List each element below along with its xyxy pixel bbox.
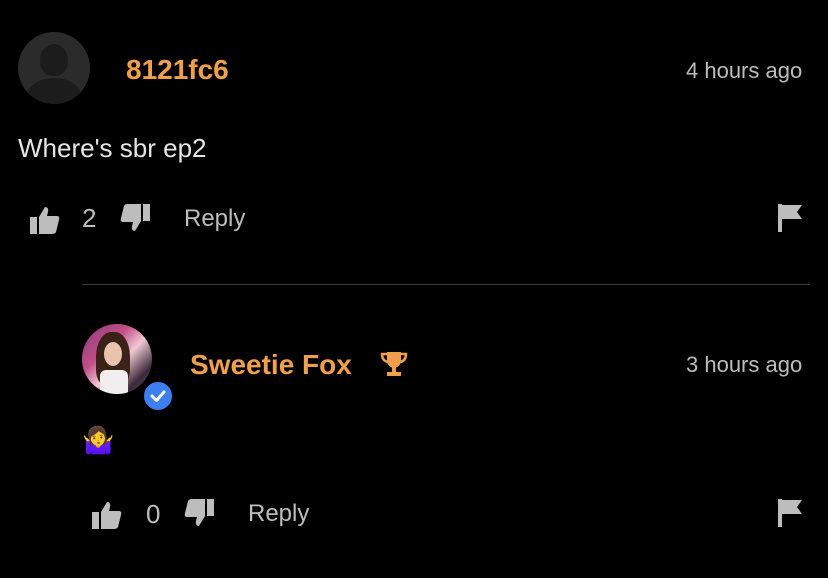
user-avatar-photo[interactable] <box>82 324 152 394</box>
verified-check-icon <box>142 380 174 412</box>
thumbs-up-icon[interactable] <box>30 205 60 235</box>
thumbs-down-icon[interactable] <box>120 203 150 233</box>
trophy-icon <box>380 350 408 378</box>
avatar-silhouette-body <box>26 78 82 104</box>
comment-username[interactable]: 8121fc6 <box>126 54 229 86</box>
flag-icon[interactable] <box>778 204 804 232</box>
comment-timestamp: 4 hours ago <box>686 58 803 83</box>
thumbs-down-icon[interactable] <box>184 498 214 528</box>
like-count: 0 <box>146 499 161 529</box>
comment-text: Where's sbr ep2 <box>18 133 207 163</box>
comment-username[interactable]: Sweetie Fox <box>190 349 352 381</box>
flag-icon[interactable] <box>778 499 804 527</box>
avatar-silhouette-head <box>40 44 68 76</box>
user-avatar-default[interactable] <box>18 32 90 104</box>
like-count: 2 <box>82 203 97 233</box>
comment-timestamp: 3 hours ago <box>686 352 803 377</box>
comment-emoji-text: 🤷‍♀️ <box>82 425 115 455</box>
reply-divider <box>82 284 810 285</box>
reply-button[interactable]: Reply <box>248 500 309 528</box>
thumbs-up-icon[interactable] <box>92 500 122 530</box>
reply-button[interactable]: Reply <box>184 205 245 233</box>
